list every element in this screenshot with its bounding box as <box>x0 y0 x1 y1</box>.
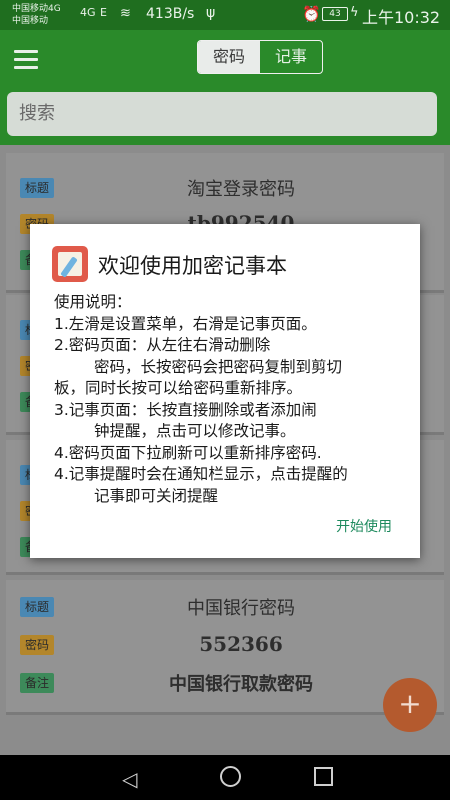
dialog-title: 欢迎使用加密记事本 <box>98 254 287 278</box>
system-nav-bar: ◁ <box>0 755 450 800</box>
instruction-line: 4.记事提醒时会在通知栏显示，点击提醒的 <box>54 465 348 483</box>
title-row: 标题 中国银行密码 <box>6 590 444 624</box>
item-title: 中国银行密码 <box>187 598 295 619</box>
wifi-icon: ≋ <box>120 6 131 21</box>
tab-notes[interactable]: 记事 <box>260 41 322 73</box>
add-button[interactable]: + <box>383 678 437 732</box>
tab-password[interactable]: 密码 <box>198 41 260 73</box>
signal-e-icon: E <box>100 6 107 19</box>
tab-switcher: 密码 记事 <box>197 40 323 74</box>
instruction-line: 3.记事页面：长按直接删除或者添加闹 <box>54 400 317 419</box>
instruction-line: 板，同时长按可以给密码重新排序。 <box>54 379 303 397</box>
app-bar: 密码 记事 <box>0 30 450 90</box>
alarm-icon: ⏰ <box>302 5 321 23</box>
item-note: 中国银行取款密码 <box>169 674 313 695</box>
battery-icon: 43 <box>322 7 348 21</box>
search-area: 搜索 <box>0 90 450 145</box>
instruction-line: 记事即可关闭提醒 <box>94 486 219 505</box>
instruction-line: 4.密码页面下拉刷新可以重新排序密码. <box>54 443 322 462</box>
instruction-line: 钟提醒，点击可以修改记事。 <box>94 422 296 440</box>
recent-square-icon[interactable] <box>314 767 333 786</box>
carrier-info: 中国移动4G 中国移动 <box>12 3 61 27</box>
usb-icon: ψ <box>206 5 216 21</box>
start-button[interactable]: 开始使用 <box>336 516 392 536</box>
search-input[interactable]: 搜索 <box>7 92 437 136</box>
network-speed: 413B/s <box>146 6 195 22</box>
title-tag: 标题 <box>20 597 55 617</box>
instruction-line: 密码，长按密码会把密码复制到剪切 <box>94 357 343 376</box>
password-row: 密码 552366 <box>6 628 444 662</box>
home-circle-icon[interactable] <box>220 766 241 787</box>
signal-4g-icon: 4G <box>80 6 96 19</box>
carrier-1: 中国移动4G <box>12 4 61 14</box>
instruction-line: 2.密码页面：从左往右滑动删除 <box>54 336 271 354</box>
carrier-2: 中国移动 <box>12 16 49 26</box>
password-tag: 密码 <box>20 635 55 655</box>
title-tag: 标题 <box>20 178 55 198</box>
welcome-dialog: 欢迎使用加密记事本 使用说明： 1.左滑是设置菜单，右滑是记事页面。 2.密码页… <box>30 224 420 558</box>
instruction-line: 使用说明： <box>54 293 132 311</box>
note-tag: 备注 <box>20 673 55 693</box>
plus-icon: + <box>398 687 422 720</box>
status-bar: 中国移动4G 中国移动 4G E ≋ 413B/s ψ ⏰ 43 ϟ 上午10:… <box>0 0 450 30</box>
dialog-body: 使用说明： 1.左滑是设置菜单，右滑是记事页面。 2.密码页面：从左往右滑动删除… <box>54 292 404 507</box>
notepad-app-icon <box>52 246 88 282</box>
item-title: 淘宝登录密码 <box>187 179 295 200</box>
list-item[interactable]: 标题 中国银行密码 密码 552366 备注 中国银行取款密码 <box>6 580 444 715</box>
charging-icon: ϟ <box>350 5 359 20</box>
title-row: 标题 淘宝登录密码 <box>6 171 444 205</box>
note-row: 备注 中国银行取款密码 <box>6 666 444 700</box>
status-time: 上午10:32 <box>362 8 441 27</box>
instruction-line: 1.左滑是设置菜单，右滑是记事页面。 <box>54 314 317 333</box>
item-password: 552366 <box>199 632 283 656</box>
hamburger-icon[interactable] <box>14 50 38 70</box>
back-triangle-icon[interactable]: ◁ <box>122 767 137 791</box>
